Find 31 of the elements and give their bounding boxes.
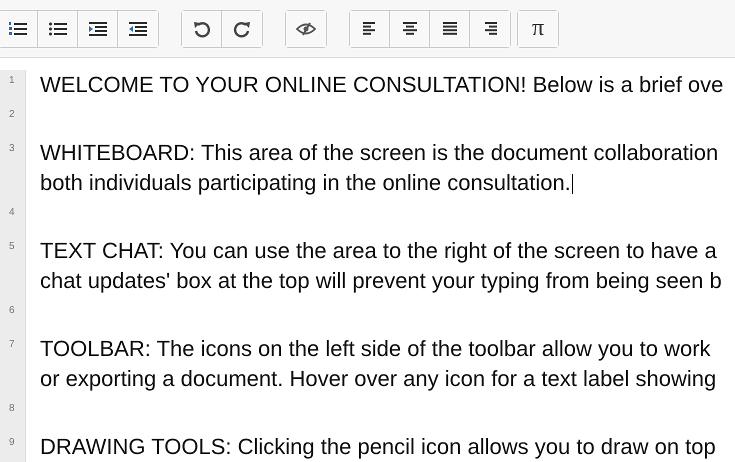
text-line: TOOLBAR: The icons on the left side of the toolbar allow you to work [40,336,711,361]
line-number: 7 [9,339,15,350]
text-line: DRAWING TOOLS: Clicking the pencil icon allows you to draw on top [40,434,716,459]
line-number: 1 [9,75,15,86]
undo-icon [192,20,210,38]
toolbar-button[interactable] [350,10,390,46]
text-line: both individuals participating in the online consultation. [40,170,571,195]
line-number: 4 [9,207,15,218]
pi-button[interactable]: π [518,10,558,46]
text-line: WELCOME TO YOUR ONLINE CONSULTATION! Below is a brief ove [40,72,724,97]
text-line: chat updates' box at the top will prevent your typing from being seen b [40,268,722,293]
justify-icon [440,22,458,36]
outdent-icon [129,22,147,36]
line-number: 6 [9,305,15,316]
line-number: 2 [9,109,15,120]
line-number: 3 [9,143,15,154]
line-number: 5 [9,241,15,252]
text-line: WHITEBOARD: This area of the screen is the document collaboration [40,140,718,165]
text-cursor [572,174,573,194]
line-number: 8 [9,403,15,414]
toolbar-button[interactable] [0,10,38,46]
toolbar-button[interactable] [182,10,222,46]
text-line: or exporting a document. Hover over any icon for a text label showing [40,366,716,391]
bullet-list-icon [48,22,66,36]
indent-icon [88,22,106,36]
line-number: 9 [9,437,15,448]
redo-icon [233,20,251,38]
text-line: TEXT CHAT: You can use the area to the right of the screen to have a [40,238,717,263]
align-center-icon [400,22,418,36]
numbered-list-icon [8,20,26,36]
hide-icon [296,22,316,36]
